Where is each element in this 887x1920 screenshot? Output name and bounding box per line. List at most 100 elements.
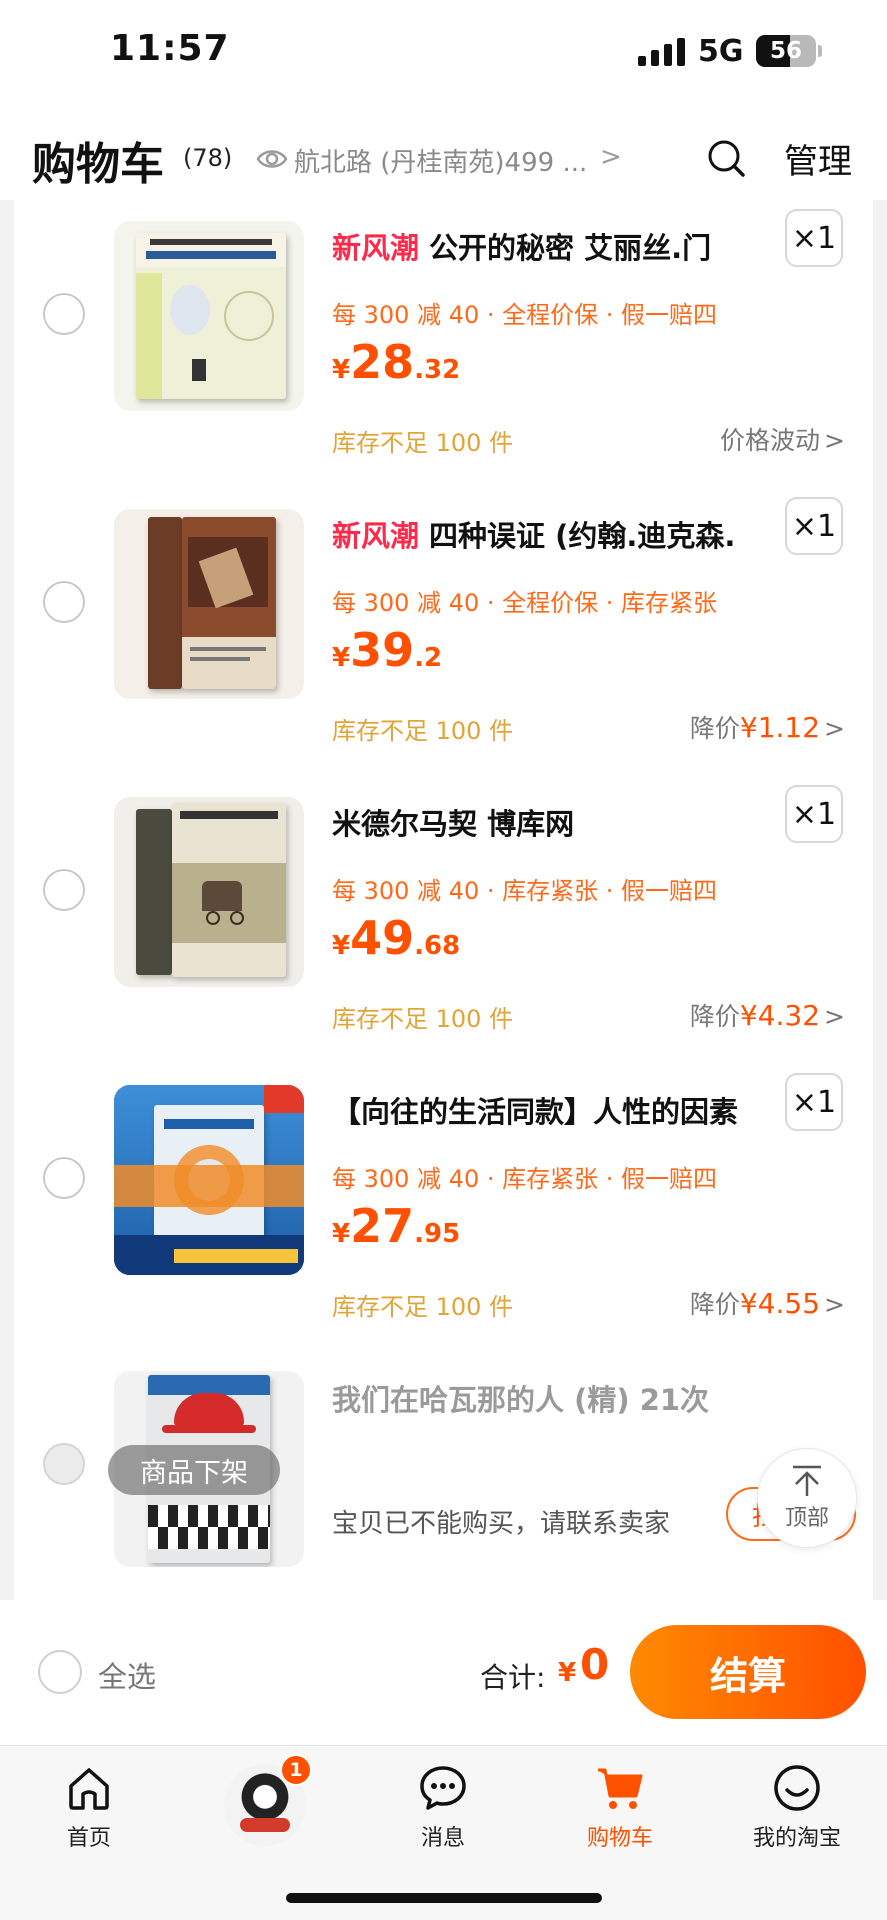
smile-face-icon: [774, 1765, 820, 1811]
quantity-button[interactable]: ×1: [785, 785, 843, 843]
price-drop-amount: ¥1.12: [739, 711, 821, 744]
total-label: 合计:: [480, 1661, 546, 1694]
product-title[interactable]: 米德尔马契 博库网: [332, 801, 782, 843]
checkout-button[interactable]: 结算: [630, 1625, 866, 1719]
chevron-right-icon: >: [824, 1002, 845, 1031]
price-drop-link[interactable]: 降价¥4.32 >: [690, 997, 845, 1033]
price-integer: 39: [350, 623, 415, 677]
stock-warning: 库存不足 100 件: [332, 1293, 514, 1321]
promo-text: 每 300 减 40 · 库存紧张 · 假一赔四: [332, 1165, 718, 1193]
item-price: ¥28.32: [332, 335, 460, 389]
battery-icon: 56: [756, 35, 816, 67]
book-cover: [172, 803, 286, 977]
home-indicator: [286, 1893, 602, 1903]
product-image-open-secrets[interactable]: [114, 221, 304, 411]
price-drop-amount: ¥4.32: [739, 999, 821, 1032]
cart-item[interactable]: 米德尔马契 博库网 ×1 每 300 减 40 · 库存紧张 · 假一赔四 ¥4…: [14, 771, 873, 1059]
promo-text: 每 300 减 40 · 全程价保 · 库存紧张: [332, 589, 718, 617]
item-select-checkbox[interactable]: [43, 869, 85, 911]
page-title: 购物车: [32, 139, 164, 190]
tab-cart-label: 购物车: [586, 1826, 653, 1851]
battery-percent: 56: [769, 38, 802, 64]
home-icon: [69, 1768, 109, 1810]
quantity-button[interactable]: ×1: [785, 209, 843, 267]
cart-count: (78): [183, 144, 233, 172]
price-drop-label: 降价: [689, 714, 740, 743]
price-integer: 27: [350, 1199, 415, 1253]
delisted-badge: 商品下架: [108, 1445, 280, 1495]
price-drop-label: 降价: [689, 1002, 740, 1031]
price-drop-amount: ¥4.55: [739, 1287, 821, 1320]
price-drop-link[interactable]: 降价¥1.12 >: [690, 709, 845, 745]
delivery-address[interactable]: 航北路 (丹桂南苑)499 ...: [294, 142, 587, 179]
tab-home[interactable]: 首页: [19, 1762, 159, 1862]
chevron-right-icon: >: [824, 426, 845, 455]
cart-item[interactable]: 新风潮 四种误证 (约翰.迪克森. ×1 每 300 减 40 · 全程价保 · …: [14, 483, 873, 771]
product-title-text: 公开的秘密 艾丽丝.门: [429, 231, 712, 265]
book-cover: [182, 517, 276, 689]
tab-my-taobao-label: 我的淘宝: [752, 1826, 841, 1851]
price-integer: 49: [350, 911, 415, 965]
status-time: 11:57: [110, 28, 230, 69]
book-spine: [148, 517, 182, 689]
item-select-checkbox[interactable]: [43, 293, 85, 335]
price-currency: ¥: [332, 1219, 351, 1249]
price-decimal: .68: [414, 931, 461, 961]
eye-icon[interactable]: [256, 144, 288, 174]
promo-text: 每 300 减 40 · 库存紧张 · 假一赔四: [332, 877, 718, 905]
product-title[interactable]: 【向往的生活同款】人性的因素: [332, 1089, 782, 1131]
total-amount: 0: [580, 1640, 610, 1689]
cellular-signal-icon: [638, 36, 685, 66]
price-currency: ¥: [332, 643, 351, 673]
unavailable-notice: 宝贝已不能购买，请联系卖家: [332, 1509, 671, 1539]
address-chevron-icon[interactable]: >: [600, 142, 622, 172]
checkout-bar: 全选 合计: ¥ 0 结算: [0, 1600, 887, 1745]
promo-text: 每 300 减 40 · 全程价保 · 假一赔四: [332, 301, 718, 329]
item-select-checkbox[interactable]: [43, 581, 85, 623]
chevron-right-icon: >: [824, 1290, 845, 1319]
stock-warning: 库存不足 100 件: [332, 429, 514, 457]
price-change-link[interactable]: 价格波动 >: [720, 421, 845, 457]
cart-item[interactable]: 新风潮 公开的秘密 艾丽丝.门 ×1 每 300 减 40 · 全程价保 · 假一…: [14, 195, 873, 483]
product-image-human-factor[interactable]: [114, 1085, 304, 1275]
tab-messages[interactable]: 消息: [373, 1762, 513, 1862]
select-all-checkbox[interactable]: [38, 1650, 82, 1694]
product-image-four-false-weapons[interactable]: [114, 509, 304, 699]
tab-cart[interactable]: 购物车: [550, 1762, 690, 1862]
tab-my-taobao[interactable]: 我的淘宝: [727, 1762, 867, 1862]
stock-warning: 库存不足 100 件: [332, 1005, 514, 1033]
price-decimal: .32: [414, 355, 461, 385]
chat-bubble-icon: [420, 1766, 466, 1810]
product-title[interactable]: 新风潮 四种误证 (约翰.迪克森.: [332, 513, 782, 555]
product-title[interactable]: 新风潮 公开的秘密 艾丽丝.门: [332, 225, 782, 267]
battery-tip: [818, 45, 822, 57]
item-price: ¥27.95: [332, 1199, 460, 1253]
cart-item-list: 新风潮 公开的秘密 艾丽丝.门 ×1 每 300 减 40 · 全程价保 · 假一…: [14, 195, 873, 1600]
notification-badge: 1: [280, 1754, 312, 1786]
quantity-button[interactable]: ×1: [785, 497, 843, 555]
tab-messages-label: 消息: [420, 1826, 465, 1851]
product-title[interactable]: 我们在哈瓦那的人 (精) 21次: [332, 1377, 782, 1419]
product-image-middlemarch[interactable]: [114, 797, 304, 987]
price-integer: 28: [350, 335, 415, 389]
back-to-top-button[interactable]: 顶部: [757, 1448, 857, 1548]
status-bar: 11:57 5G 56: [0, 0, 887, 110]
book-spine: [136, 809, 172, 975]
quantity-button[interactable]: ×1: [785, 1073, 843, 1131]
stock-warning: 库存不足 100 件: [332, 717, 514, 745]
price-drop-label: 降价: [689, 1290, 740, 1319]
item-price: ¥49.68: [332, 911, 460, 965]
price-drop-link[interactable]: 降价¥4.55 >: [690, 1285, 845, 1321]
search-icon[interactable]: [706, 138, 746, 178]
back-to-top-label: 顶部: [784, 1506, 829, 1531]
price-change-label: 价格波动: [720, 426, 821, 455]
network-type: 5G: [698, 34, 744, 69]
select-all-label[interactable]: 全选: [98, 1654, 156, 1696]
price-decimal: .2: [414, 643, 443, 673]
total-currency: ¥: [558, 1658, 577, 1688]
cart-item[interactable]: 【向往的生活同款】人性的因素 ×1 每 300 减 40 · 库存紧张 · 假一…: [14, 1059, 873, 1347]
manage-button[interactable]: 管理: [784, 134, 852, 183]
price-currency: ¥: [332, 355, 351, 385]
item-select-checkbox[interactable]: [43, 1157, 85, 1199]
tab-home-label: 首页: [66, 1826, 111, 1851]
